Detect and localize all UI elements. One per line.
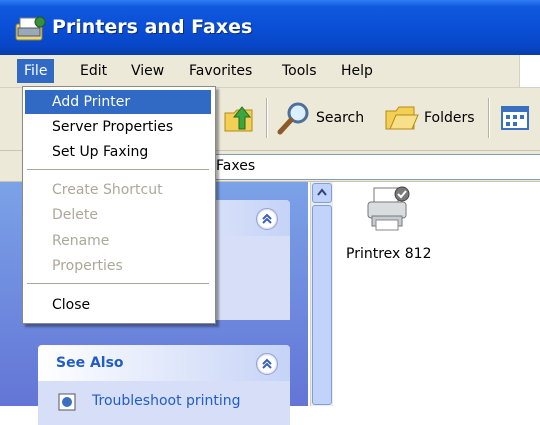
folders-button[interactable]: Folders	[384, 96, 475, 140]
printer-folder-icon	[15, 16, 46, 41]
menu-edit[interactable]: Edit	[73, 59, 114, 83]
see-also-panel: See Also Troubleshoot printing	[38, 345, 290, 425]
menu-item-delete: Delete	[52, 207, 98, 223]
vertical-scrollbar[interactable]	[310, 182, 333, 406]
menu-tools[interactable]: Tools	[275, 59, 324, 83]
folders-label: Folders	[424, 110, 475, 126]
menu-bar: File Edit View Favorites Tools Help	[0, 55, 540, 88]
search-button[interactable]: Search	[276, 96, 364, 140]
menu-favorites[interactable]: Favorites	[182, 59, 259, 83]
toolbar-separator	[488, 98, 489, 138]
collapse-chevron-icon[interactable]	[256, 208, 278, 230]
menu-help[interactable]: Help	[334, 59, 380, 83]
menu-separator	[27, 283, 209, 284]
scroll-thumb[interactable]	[312, 205, 332, 405]
up-folder-button[interactable]	[222, 96, 256, 140]
toolbar-separator	[266, 98, 267, 138]
printer-icon[interactable]	[364, 184, 414, 232]
menu-item-server-properties[interactable]: Server Properties	[25, 115, 211, 139]
scroll-up-button[interactable]	[312, 183, 332, 203]
menu-item-set-up-faxing[interactable]: Set Up Faxing	[25, 140, 211, 164]
windows-logo-icon	[519, 55, 540, 87]
see-also-header[interactable]: See Also	[38, 345, 290, 381]
menu-item-close[interactable]: Close	[25, 293, 211, 317]
menu-item-rename: Rename	[52, 233, 110, 249]
up-folder-icon	[224, 106, 253, 132]
window-title: Printers and Faxes	[52, 16, 253, 38]
printer-name[interactable]: Printrex 812	[346, 246, 431, 262]
menu-view[interactable]: View	[124, 59, 171, 83]
troubleshoot-printing-link[interactable]: Troubleshoot printing	[92, 393, 241, 409]
address-field[interactable]: Faxes	[205, 154, 540, 180]
chevron-up-icon	[317, 188, 327, 196]
help-icon	[58, 393, 76, 411]
collapse-chevron-icon[interactable]	[256, 353, 278, 375]
menu-file[interactable]: File	[17, 59, 55, 83]
folders-icon	[385, 106, 419, 130]
title-bar[interactable]: Printers and Faxes	[0, 0, 540, 55]
address-value: Faxes	[216, 158, 256, 174]
menu-separator	[27, 169, 209, 170]
views-icon	[501, 106, 529, 130]
search-icon	[277, 102, 309, 135]
menu-item-create-shortcut: Create Shortcut	[52, 182, 163, 198]
file-menu-dropdown: Add Printer Server Properties Set Up Fax…	[22, 86, 216, 324]
menu-item-properties: Properties	[52, 258, 123, 274]
views-button[interactable]	[500, 96, 530, 140]
menu-item-add-printer[interactable]: Add Printer	[25, 90, 211, 114]
see-also-title: See Also	[56, 355, 124, 371]
search-label: Search	[316, 110, 365, 126]
